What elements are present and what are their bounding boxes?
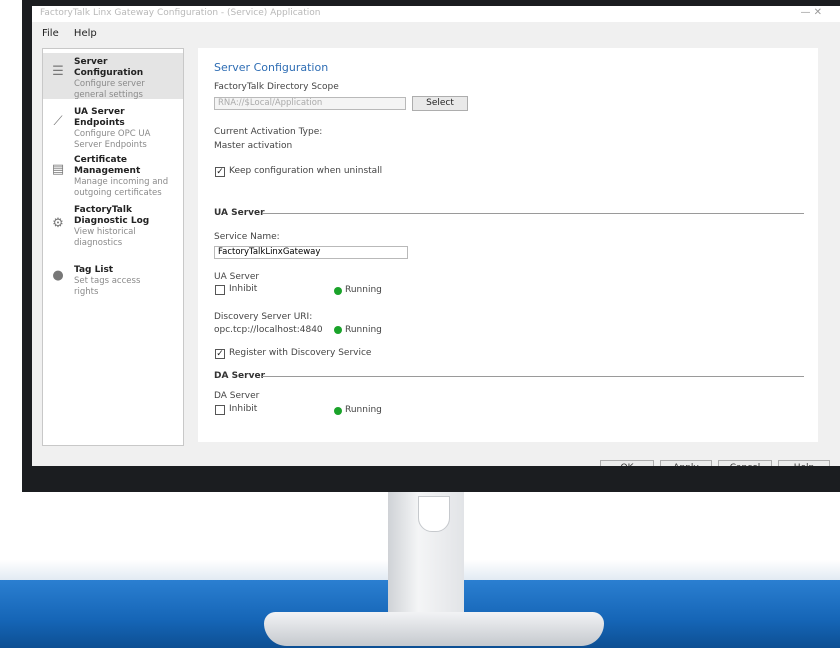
select-button[interactable]: Select [412, 96, 468, 111]
ua-server-label: UA Server [214, 272, 260, 282]
application-window: FactoryTalk Linx Gateway Configuration -… [32, 6, 840, 468]
discovery-uri-value: opc.tcp://localhost:4840 [214, 325, 323, 335]
page-title: Server Configuration [214, 61, 329, 74]
da-server-label: DA Server [214, 391, 260, 401]
sidebar-item-title: Tag List [74, 265, 114, 275]
activation-type-label: Current Activation Type: [214, 127, 323, 137]
sidebar-item-desc: Configure server general settings [74, 79, 145, 100]
monitor-stand-cable-hole [418, 496, 450, 532]
discovery-uri-label: Discovery Server URI: [214, 312, 313, 322]
ua-inhibit-label: Inhibit [229, 284, 258, 294]
sidebar-item-title: FactoryTalk Diagnostic Log [74, 205, 150, 226]
link-icon: ⟋ [53, 114, 63, 129]
sidebar-item-ua-server-endpoints[interactable]: ⟋ UA Server Endpoints Configure OPC UA S… [43, 103, 183, 150]
keep-config-checkbox[interactable]: ✓ [215, 167, 225, 177]
da-status-indicator [334, 407, 342, 415]
window-title: FactoryTalk Linx Gateway Configuration -… [40, 8, 321, 18]
service-name-label: Service Name: [214, 232, 280, 242]
menu-help[interactable]: Help [74, 25, 97, 43]
monitor-stand-base [264, 612, 604, 646]
sidebar-item-title: Server Configuration [74, 57, 144, 78]
sidebar-item-diagnostic-log[interactable]: ⚙ FactoryTalk Diagnostic Log View histor… [43, 201, 183, 257]
discovery-status-indicator [334, 326, 342, 334]
sidebar-item-desc: Set tags access rights [74, 276, 141, 297]
info-icon: ● [52, 268, 64, 283]
activation-type-value: Master activation [214, 141, 293, 151]
monitor-chin [22, 466, 840, 492]
sidebar-item-tag-list[interactable]: ● Tag List Set tags access rights [43, 261, 183, 301]
directory-scope-field: RNA://$Local/Application [214, 97, 406, 110]
content-panel: Server Configuration FactoryTalk Directo… [198, 48, 818, 442]
sidebar-item-title: UA Server Endpoints [74, 107, 125, 128]
da-server-section-title: DA Server [214, 371, 266, 381]
menu-bar: File Help [32, 25, 840, 43]
directory-scope-label: FactoryTalk Directory Scope [214, 82, 339, 92]
register-discovery-label: Register with Discovery Service [229, 348, 372, 358]
sidebar-item-server-configuration[interactable]: ☰ Server Configuration Configure server … [43, 53, 183, 100]
ua-server-section-title: UA Server [214, 208, 265, 218]
ua-status-text: Running [345, 285, 382, 295]
window-controls[interactable]: — ✕ [800, 6, 822, 20]
ua-section-divider [262, 213, 804, 214]
ua-inhibit-checkbox[interactable] [215, 285, 225, 295]
da-inhibit-checkbox[interactable] [215, 405, 225, 415]
keep-config-label: Keep configuration when uninstall [229, 166, 383, 176]
sidebar-item-desc: View historical diagnostics [74, 227, 136, 248]
sidebar-item-desc: Configure OPC UA Server Endpoints [74, 129, 151, 150]
title-bar: FactoryTalk Linx Gateway Configuration -… [32, 6, 840, 22]
sidebar-item-title: Certificate Management [74, 155, 141, 176]
sidebar-item-desc: Manage incoming and outgoing certificate… [74, 177, 169, 198]
register-discovery-checkbox[interactable]: ✓ [215, 349, 225, 359]
service-name-field[interactable]: FactoryTalkLinxGateway [214, 246, 408, 259]
ua-status-indicator [334, 287, 342, 295]
sidebar-item-certificate-management[interactable]: ▤ Certificate Management Manage incoming… [43, 151, 183, 198]
da-section-divider [262, 376, 804, 377]
gear-icon: ⚙ [52, 216, 64, 231]
menu-file[interactable]: File [42, 25, 59, 43]
discovery-status-text: Running [345, 325, 382, 335]
da-status-text: Running [345, 405, 382, 415]
da-inhibit-label: Inhibit [229, 404, 258, 414]
certificate-icon: ▤ [51, 162, 65, 177]
sidebar: ☰ Server Configuration Configure server … [42, 48, 184, 446]
server-icon: ☰ [52, 64, 64, 79]
